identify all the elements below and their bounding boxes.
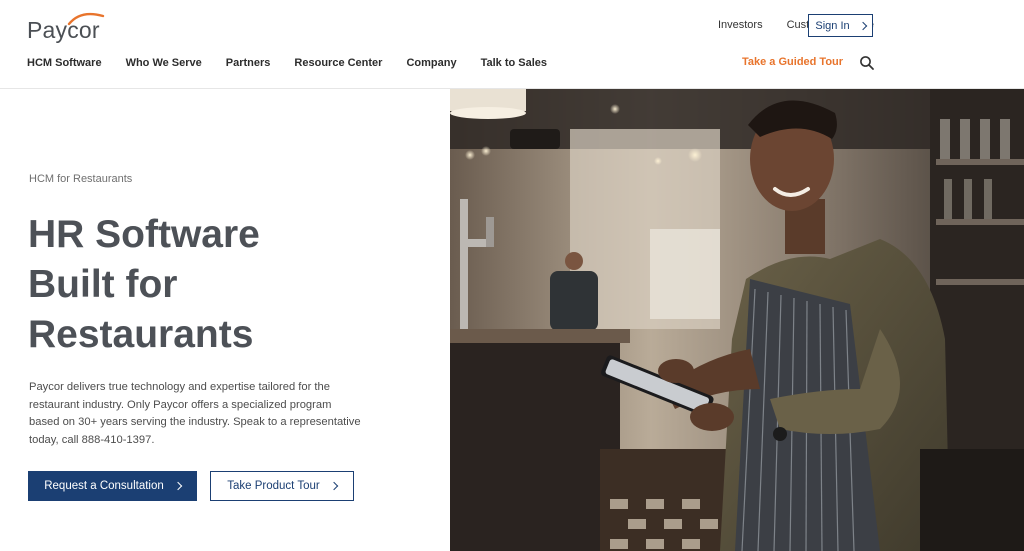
hero-title: HR Software Built for Restaurants xyxy=(28,210,428,360)
sign-in-label: Sign In xyxy=(815,19,850,32)
search-icon xyxy=(860,56,874,70)
nav-who-we-serve[interactable]: Who We Serve xyxy=(126,57,202,69)
investors-link[interactable]: Investors xyxy=(718,19,763,31)
hero-description: Paycor delivers true technology and expe… xyxy=(29,381,361,446)
take-product-tour-label: Take Product Tour xyxy=(227,480,320,492)
chevron-right-icon xyxy=(173,481,183,491)
nav-hcm-software[interactable]: HCM Software xyxy=(27,57,102,69)
take-product-tour-button[interactable]: Take Product Tour xyxy=(210,471,354,501)
sign-in-button[interactable]: Sign In xyxy=(808,14,873,37)
main-nav: HCM Software Who We Serve Partners Resou… xyxy=(27,54,571,72)
logo-swoosh-icon xyxy=(67,12,105,26)
hero-eyebrow: HCM for Restaurants xyxy=(29,173,133,185)
paycor-logo[interactable]: Paycor xyxy=(27,12,105,42)
chevron-right-icon xyxy=(858,21,867,30)
search-button[interactable] xyxy=(858,54,876,72)
hero-content: HCM for Restaurants HR Software Built fo… xyxy=(0,90,450,551)
request-consultation-label: Request a Consultation xyxy=(44,480,164,492)
take-guided-tour-link[interactable]: Take a Guided Tour xyxy=(742,56,843,68)
nav-partners[interactable]: Partners xyxy=(226,57,271,69)
nav-talk-to-sales[interactable]: Talk to Sales xyxy=(481,57,547,69)
chevron-right-icon xyxy=(329,481,338,491)
nav-company[interactable]: Company xyxy=(406,57,456,69)
site-header: Paycor Investors Customer Service Sign I… xyxy=(0,0,1024,89)
request-consultation-button[interactable]: Request a Consultation xyxy=(28,471,197,501)
nav-resource-center[interactable]: Resource Center xyxy=(294,57,382,69)
hero-title-line-3: Restaurants xyxy=(28,313,254,356)
hero-title-line-2: Built for xyxy=(28,263,178,306)
hero-title-line-1: HR Software xyxy=(28,213,260,256)
hero-image-restaurant-worker xyxy=(450,89,1024,551)
hero-illustration xyxy=(450,89,1024,551)
